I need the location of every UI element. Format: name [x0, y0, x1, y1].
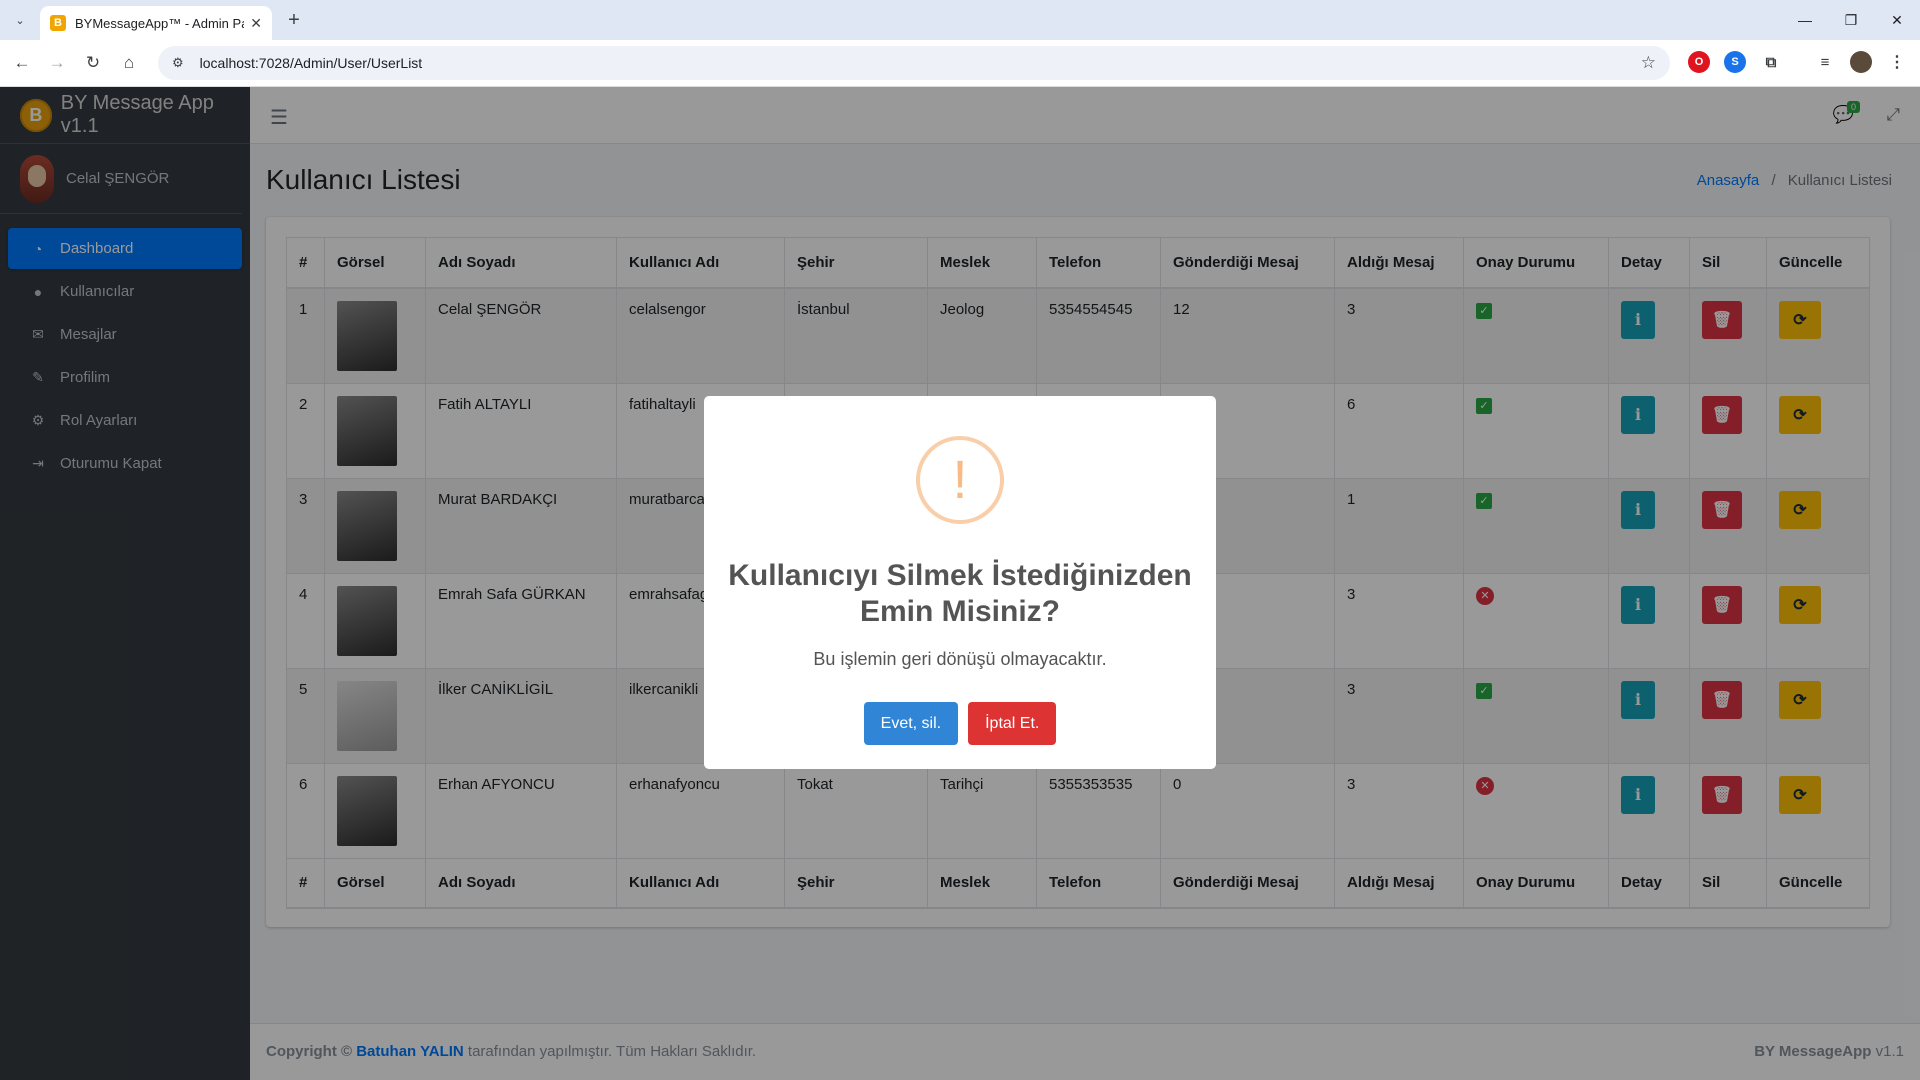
profile-avatar-icon[interactable]: [1850, 51, 1872, 73]
tab-close-icon[interactable]: ✕: [250, 15, 262, 32]
media-control-icon[interactable]: ≡: [1814, 51, 1836, 73]
bookmark-star-icon[interactable]: ☆: [1641, 53, 1656, 73]
new-tab-icon[interactable]: +: [282, 8, 306, 32]
favicon-icon: B: [50, 15, 66, 31]
address-bar[interactable]: ⚙ localhost:7028/Admin/User/UserList ☆: [158, 46, 1670, 80]
dialog-actions: Evet, sil. İptal Et.: [704, 702, 1216, 745]
delete-confirm-dialog: ! Kullanıcıyı Silmek İstediğinizden Emin…: [704, 396, 1216, 769]
sync-extension-icon[interactable]: S: [1724, 51, 1746, 73]
reload-icon[interactable]: ↻: [80, 50, 106, 76]
extensions-puzzle-icon[interactable]: ⧉: [1760, 51, 1782, 73]
browser-toolbar: ← → ↻ ⌂ ⚙ localhost:7028/Admin/User/User…: [0, 40, 1920, 87]
dialog-title: Kullanıcıyı Silmek İstediğinizden Emin M…: [728, 559, 1192, 628]
confirm-delete-button[interactable]: Evet, sil.: [863, 702, 959, 745]
minimize-icon[interactable]: —: [1790, 8, 1820, 32]
tab-title: BYMessageApp™ - Admin Pane: [75, 15, 245, 31]
warning-icon: !: [916, 436, 1004, 524]
url-text: localhost:7028/Admin/User/UserList: [199, 55, 423, 71]
site-info-icon[interactable]: ⚙: [172, 55, 184, 71]
tab-list-chevron-icon[interactable]: ⌄: [8, 9, 32, 31]
window-close-icon[interactable]: ✕: [1882, 8, 1912, 32]
cancel-button[interactable]: İptal Et.: [968, 702, 1057, 745]
opera-extension-icon[interactable]: O: [1688, 51, 1710, 73]
browser-tab[interactable]: B BYMessageApp™ - Admin Pane ✕: [40, 6, 272, 40]
back-icon[interactable]: ←: [9, 50, 35, 76]
browser-tabbar: ⌄ B BYMessageApp™ - Admin Pane ✕ + — ❐ ✕: [0, 0, 1920, 40]
dialog-text: Bu işlemin geri dönüşü olmayacaktır.: [813, 649, 1107, 669]
forward-icon[interactable]: →: [44, 50, 70, 76]
home-icon[interactable]: ⌂: [116, 50, 142, 76]
restore-icon[interactable]: ❐: [1836, 8, 1866, 32]
browser-menu-icon[interactable]: ⋮: [1886, 51, 1908, 73]
